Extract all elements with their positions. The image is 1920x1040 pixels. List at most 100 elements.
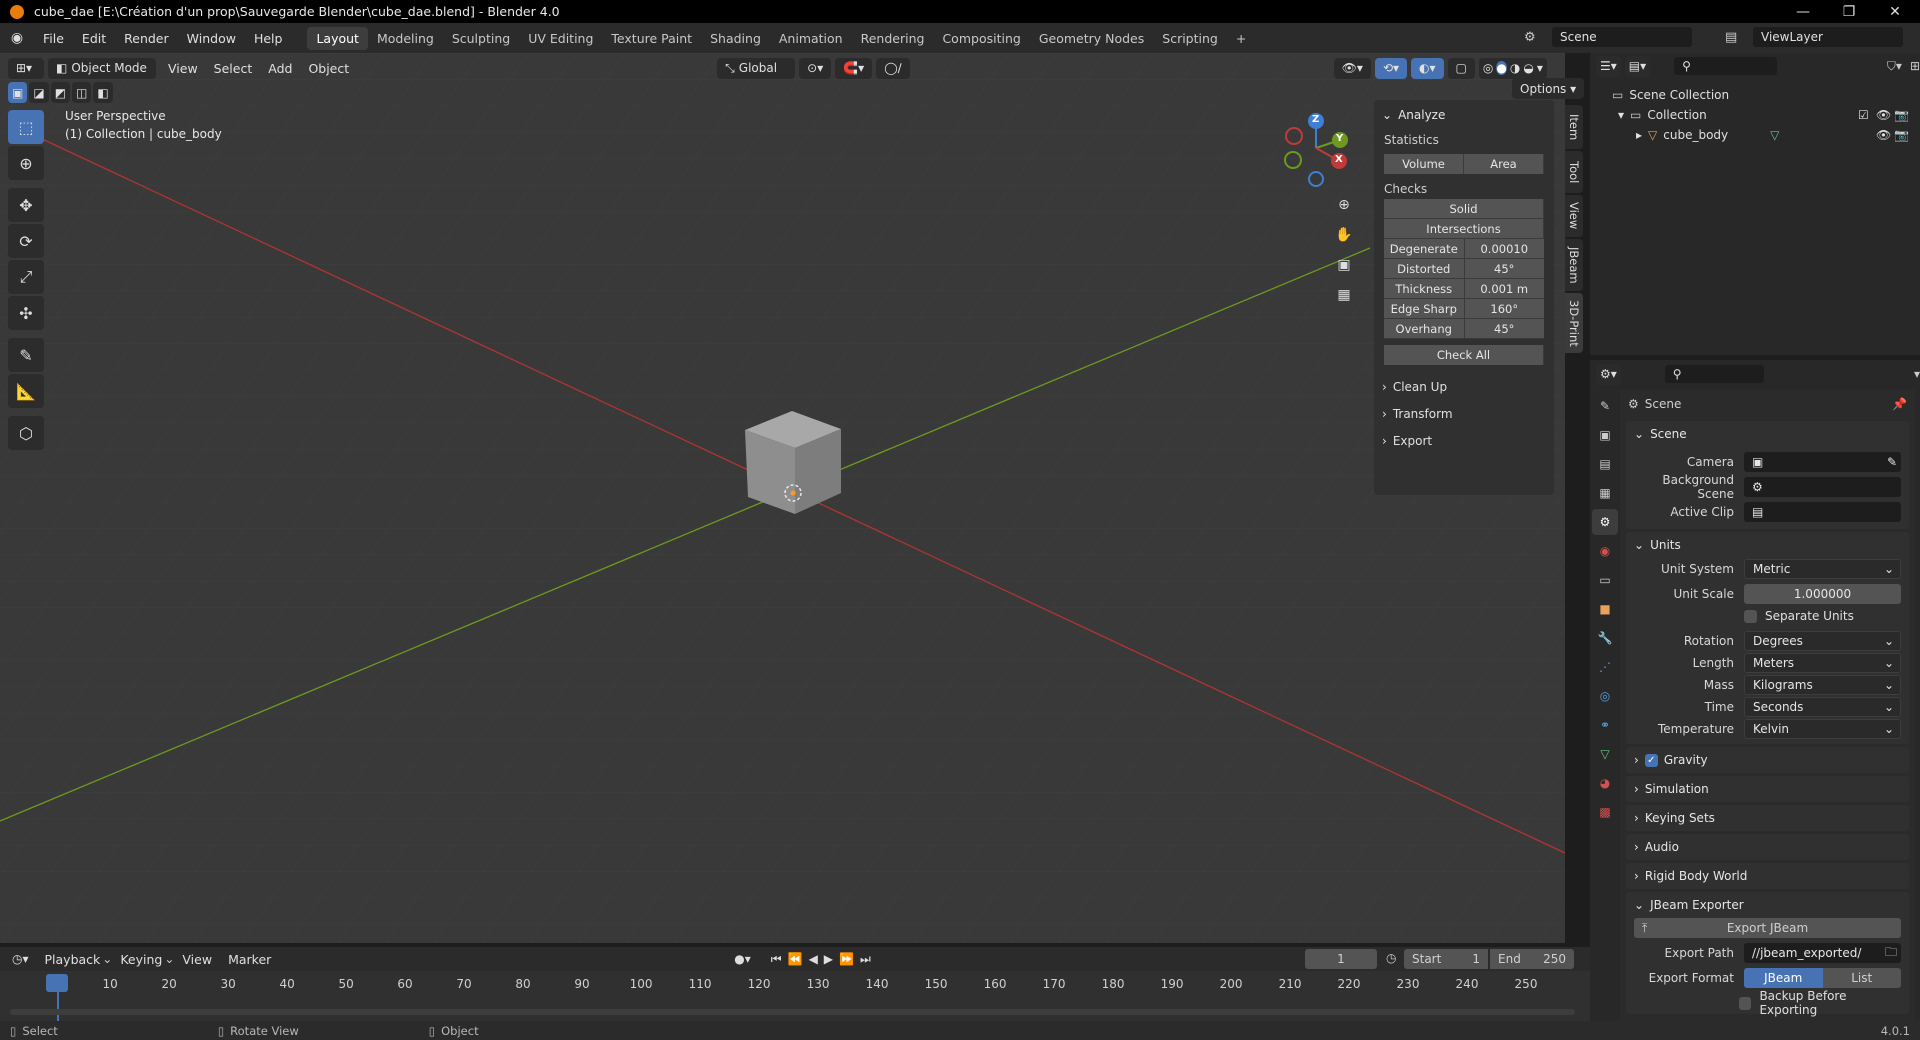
timeline-menu-view[interactable]: View <box>174 952 220 967</box>
gizmo-y-label[interactable]: Y <box>1336 133 1343 144</box>
eyedropper-icon[interactable]: ✎ <box>1887 455 1897 469</box>
degenerate-check-button[interactable]: Degenerate <box>1384 239 1465 258</box>
measure-tool-icon[interactable]: 📐 <box>8 374 44 408</box>
audio-section-header[interactable]: › Audio <box>1626 834 1909 860</box>
start-frame-field[interactable]: Start 1 <box>1404 949 1488 969</box>
overhang-value[interactable]: 45° <box>1464 319 1544 338</box>
select-subtract-icon[interactable]: ◩ <box>50 82 71 103</box>
eye-icon[interactable]: 👁 <box>1876 108 1891 122</box>
solid-check-button[interactable]: Solid <box>1384 199 1544 218</box>
menu-file[interactable]: File <box>34 31 73 46</box>
thickness-check-button[interactable]: Thickness <box>1384 279 1465 298</box>
folder-icon[interactable]: 🗀 <box>1885 943 1897 964</box>
unit-system-select[interactable]: Metric ⌄ <box>1744 559 1901 579</box>
options-button[interactable]: Options ▾ <box>1512 78 1585 99</box>
play-icon[interactable]: ▶ <box>824 952 839 966</box>
camera-icon[interactable]: 📷 <box>1894 128 1909 142</box>
export-path-field[interactable]: //jbeam_exported/ 🗀 <box>1744 943 1901 963</box>
jump-end-icon[interactable]: ⏭ <box>860 952 877 966</box>
clock-icon[interactable]: ◷ <box>1386 951 1396 965</box>
move-tool-icon[interactable]: ✥ <box>8 188 44 222</box>
menu-help[interactable]: Help <box>245 31 292 46</box>
export-section[interactable]: › Export <box>1374 427 1554 454</box>
transform-section[interactable]: › Transform <box>1374 400 1554 427</box>
tab-layout[interactable]: Layout <box>307 26 368 50</box>
time-select[interactable]: Seconds ⌄ <box>1744 697 1901 717</box>
format-list-option[interactable]: List <box>1822 968 1901 988</box>
end-frame-field[interactable]: End 250 <box>1490 949 1574 969</box>
menu-edit[interactable]: Edit <box>73 31 115 46</box>
tab-rendering[interactable]: Rendering <box>852 27 934 50</box>
tab-scripting[interactable]: Scripting <box>1153 27 1227 50</box>
select-tool-icon[interactable]: ⬚ <box>8 110 44 144</box>
xray-icon[interactable]: ▢ <box>1447 57 1475 79</box>
select-intersect-icon[interactable]: ◧ <box>93 82 113 103</box>
filter-icon[interactable]: ⛉▾ <box>1887 59 1902 74</box>
restore-icon[interactable]: ❐ <box>1826 0 1872 23</box>
minimize-icon[interactable]: — <box>1780 0 1826 23</box>
output-props-tab-icon[interactable]: ▤ <box>1592 451 1618 477</box>
prev-keyframe-icon[interactable]: ⏪ <box>788 952 809 966</box>
material-shading-icon[interactable]: ◑ <box>1510 61 1520 75</box>
gizmo-z-label[interactable]: Z <box>1312 114 1319 125</box>
select-extend-icon[interactable]: ◪ <box>29 82 49 103</box>
sidebar-tab-item[interactable]: Item <box>1565 105 1583 149</box>
scale-tool-icon[interactable]: ⤢ <box>8 260 44 294</box>
thickness-value[interactable]: 0.001 m <box>1464 279 1544 298</box>
current-frame-field[interactable]: 1 <box>1305 949 1377 969</box>
tab-animation[interactable]: Animation <box>770 27 852 50</box>
edge-sharp-check-button[interactable]: Edge Sharp <box>1384 299 1465 318</box>
distorted-check-button[interactable]: Distorted <box>1384 259 1465 278</box>
unit-scale-field[interactable]: 1.000000 <box>1744 584 1901 604</box>
render-props-tab-icon[interactable]: ▣ <box>1592 422 1618 448</box>
particles-props-tab-icon[interactable]: ⋰ <box>1592 654 1618 680</box>
visibility-icon[interactable]: 👁▾ <box>1333 57 1371 79</box>
simulation-section-header[interactable]: › Simulation <box>1626 776 1909 802</box>
active-clip-field[interactable]: ▤ <box>1744 502 1901 522</box>
shading-modes[interactable]: ◎ ● ◑ ◒ ▾ <box>1478 57 1547 79</box>
separate-units-checkbox[interactable] <box>1744 609 1757 623</box>
check-all-button[interactable]: Check All <box>1384 345 1544 365</box>
collection-row[interactable]: ▾ ▭ Collection ☑ 👁 📷 <box>1590 105 1920 125</box>
new-collection-icon[interactable]: ⊞ <box>1910 59 1920 73</box>
physics-props-tab-icon[interactable]: ◎ <box>1592 683 1618 709</box>
viewport-menu-view[interactable]: View <box>160 61 206 76</box>
timeline-editor-icon[interactable]: ◷▾ <box>8 948 33 970</box>
edge-sharp-value[interactable]: 160° <box>1464 299 1544 318</box>
overhang-check-button[interactable]: Overhang <box>1384 319 1465 338</box>
sidebar-tab-view[interactable]: View <box>1565 195 1583 237</box>
sidebar-tab-tool[interactable]: Tool <box>1565 151 1583 193</box>
solid-shading-icon[interactable]: ● <box>1496 61 1507 75</box>
annotate-tool-icon[interactable]: ✎ <box>8 338 44 372</box>
distorted-value[interactable]: 45° <box>1464 259 1544 278</box>
viewport-menu-select[interactable]: Select <box>206 61 261 76</box>
wireframe-shading-icon[interactable]: ◎ <box>1483 61 1493 75</box>
outliner-editor-icon[interactable]: ☰▾ <box>1596 55 1621 77</box>
timeline[interactable]: 1102030405060708090100110120130140150160… <box>0 971 1590 1021</box>
gravity-section-header[interactable]: › ✓ Gravity <box>1626 747 1909 773</box>
record-icon[interactable]: ●▾ <box>734 952 751 966</box>
viewport-menu-object[interactable]: Object <box>300 61 357 76</box>
tab-sculpting[interactable]: Sculpting <box>443 27 519 50</box>
gizmo-x-label[interactable]: X <box>1335 154 1343 165</box>
editor-type-icon[interactable]: ⊞▾ <box>8 57 44 79</box>
camera-icon[interactable]: 📷 <box>1894 108 1909 122</box>
select-invert-icon[interactable]: ◫ <box>72 82 92 103</box>
overlay-toggle-icon[interactable]: ◐▾ <box>1411 57 1444 79</box>
analyze-header[interactable]: ⌄ Analyze <box>1374 104 1554 126</box>
pan-hand-icon[interactable]: ✋ <box>1330 221 1358 249</box>
object-row-cube-body[interactable]: ▸ ▽ cube_body ▽ 👁 📷 <box>1590 125 1920 145</box>
zoom-icon[interactable]: ⊕ <box>1330 191 1358 219</box>
ortho-grid-icon[interactable]: ▦ <box>1330 281 1358 309</box>
units-section-header[interactable]: ⌄ Units <box>1626 532 1909 558</box>
collection-props-tab-icon[interactable]: ▭ <box>1592 567 1618 593</box>
sidebar-tab-3d-print[interactable]: 3D-Print <box>1565 293 1583 353</box>
rotation-select[interactable]: Degrees ⌄ <box>1744 631 1901 651</box>
length-select[interactable]: Meters ⌄ <box>1744 653 1901 673</box>
timeline-menu-keying[interactable]: Keying <box>112 952 170 967</box>
view-layer-props-tab-icon[interactable]: ▦ <box>1592 480 1618 506</box>
gravity-checkbox[interactable]: ✓ <box>1644 753 1658 767</box>
scene-props-tab-icon[interactable]: ⚙ <box>1592 509 1618 535</box>
timeline-menu-playback[interactable]: Playback <box>37 952 109 967</box>
menu-render[interactable]: Render <box>115 31 178 46</box>
